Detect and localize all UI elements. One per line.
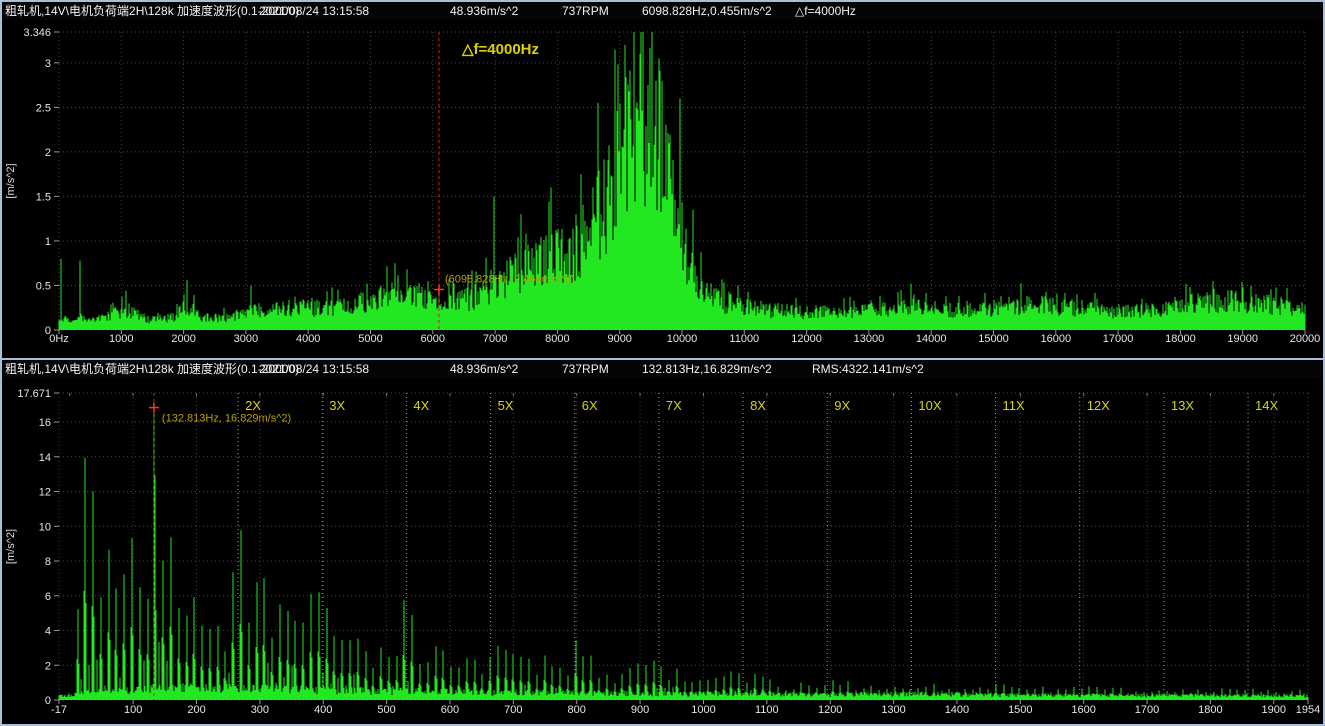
spectrum-chart-zoomed[interactable]: 17.6711614121086420-17100200300400500600… bbox=[2, 378, 1323, 724]
x-tick-label: 700 bbox=[504, 704, 522, 716]
x-tick-label: 1500 bbox=[1008, 704, 1032, 716]
harmonic-label: 11X bbox=[1003, 398, 1025, 413]
harmonic-label: 6X bbox=[582, 398, 598, 413]
x-tick-label: 13000 bbox=[854, 333, 885, 345]
measurement-path: 粗轧机,14V\电机负荷端2H\128k 加速度波形(0.1-20000) bbox=[5, 360, 299, 378]
panel-header-bottom: 粗轧机,14V\电机负荷端2H\128k 加速度波形(0.1-20000) 20… bbox=[2, 360, 1323, 378]
x-tick-label: 1200 bbox=[818, 704, 842, 716]
x-tick-label: 0Hz bbox=[49, 333, 69, 345]
x-tick-label: 11000 bbox=[729, 333, 759, 345]
x-tick-label: 1800 bbox=[1198, 704, 1222, 716]
panel-header-top: 粗轧机,14V\电机负荷端2H\128k 加速度波形(0.1-20000) 20… bbox=[2, 2, 1323, 20]
x-tick-label: 100 bbox=[124, 704, 142, 716]
x-tick-label: 1000 bbox=[691, 704, 715, 716]
y-tick-label: 8 bbox=[45, 556, 51, 568]
overall-level: 48.936m/s^2 bbox=[450, 360, 518, 378]
harmonic-label: 2X bbox=[245, 398, 261, 413]
cursor-readout: 6098.828Hz,0.455m/s^2 bbox=[642, 2, 772, 20]
x-tick-label: 12000 bbox=[791, 333, 822, 345]
y-tick-label: 2 bbox=[45, 147, 51, 159]
y-tick-label: 3 bbox=[45, 58, 51, 70]
y-tick-label: 1 bbox=[45, 236, 51, 248]
harmonic-label: 3X bbox=[329, 398, 345, 413]
measurement-path: 粗轧机,14V\电机负荷端2H\128k 加速度波形(0.1-20000) bbox=[5, 2, 299, 20]
spectrum-panel-full-range: 粗轧机,14V\电机负荷端2H\128k 加速度波形(0.1-20000) 20… bbox=[2, 2, 1323, 358]
delta-f-readout: △f=4000Hz bbox=[795, 2, 856, 20]
y-tick-label: 16 bbox=[39, 417, 51, 429]
x-tick-label: 1700 bbox=[1135, 704, 1159, 716]
x-tick-label: 5000 bbox=[358, 333, 382, 345]
harmonic-label: 4X bbox=[413, 398, 429, 413]
x-tick-label: 9000 bbox=[607, 333, 631, 345]
x-tick-label: -17 bbox=[51, 704, 67, 716]
rpm-readout: 737RPM bbox=[562, 2, 609, 20]
x-tick-label: 18000 bbox=[1165, 333, 1196, 345]
harmonic-label: 7X bbox=[666, 398, 682, 413]
y-tick-label: 6 bbox=[45, 591, 51, 603]
overall-level: 48.936m/s^2 bbox=[450, 2, 518, 20]
x-tick-label: 4000 bbox=[296, 333, 320, 345]
x-tick-label: 17000 bbox=[1103, 333, 1134, 345]
y-tick-label: 14 bbox=[39, 452, 51, 464]
cursor-marker-cross[interactable] bbox=[434, 284, 444, 294]
y-tick-label: 17.671 bbox=[17, 388, 51, 400]
spectrum-chart-full-range[interactable]: 3.34632.521.510.500Hz1000200030004000500… bbox=[2, 20, 1323, 358]
spectrum-panel-zoomed: 粗轧机,14V\电机负荷端2H\128k 加速度波形(0.1-20000) 20… bbox=[2, 360, 1323, 724]
x-tick-label: 300 bbox=[251, 704, 269, 716]
x-tick-label: 3000 bbox=[234, 333, 258, 345]
y-tick-label: 2 bbox=[45, 660, 51, 672]
harmonic-label: 12X bbox=[1087, 398, 1110, 413]
spectrum-trace bbox=[59, 408, 1308, 700]
x-tick-label: 14000 bbox=[916, 333, 947, 345]
y-tick-label: 1.5 bbox=[36, 191, 51, 203]
y-tick-label: 0.5 bbox=[36, 280, 51, 292]
x-tick-label: 10000 bbox=[667, 333, 698, 345]
y-axis-unit-label: [m/s^2] bbox=[5, 529, 17, 564]
x-tick-label: 600 bbox=[441, 704, 459, 716]
delta-f-annotation: △f=4000Hz bbox=[461, 41, 539, 58]
rpm-readout: 737RPM bbox=[562, 360, 609, 378]
x-tick-label: 8000 bbox=[545, 333, 569, 345]
x-tick-label: 20000 bbox=[1290, 333, 1321, 345]
y-tick-label: 4 bbox=[45, 626, 51, 638]
y-tick-label: 2.5 bbox=[36, 102, 51, 114]
harmonic-label: 14X bbox=[1255, 398, 1278, 413]
x-tick-label: 1000 bbox=[109, 333, 133, 345]
timestamp: 2021/08/24 13:15:58 bbox=[259, 360, 369, 378]
x-tick-label: 1900 bbox=[1262, 704, 1286, 716]
x-tick-label: 1600 bbox=[1071, 704, 1095, 716]
harmonic-label: 13X bbox=[1171, 398, 1194, 413]
x-tick-label: 2000 bbox=[171, 333, 195, 345]
x-tick-label: 200 bbox=[187, 704, 205, 716]
x-tick-label: 7000 bbox=[483, 333, 507, 345]
x-tick-label: 1300 bbox=[881, 704, 905, 716]
y-tick-label: 12 bbox=[39, 487, 51, 499]
vibration-analyzer-window: 粗轧机,14V\电机负荷端2H\128k 加速度波形(0.1-20000) 20… bbox=[0, 0, 1325, 726]
x-tick-label: 900 bbox=[631, 704, 649, 716]
cursor-marker-cross[interactable] bbox=[149, 403, 159, 413]
cursor-annotation: (6098.828Hz, 0.455m/s^2) bbox=[445, 273, 574, 285]
x-tick-label: 1400 bbox=[945, 704, 969, 716]
harmonic-label: 9X bbox=[834, 398, 850, 413]
x-tick-label: 19000 bbox=[1227, 333, 1258, 345]
x-tick-label: 800 bbox=[568, 704, 586, 716]
x-tick-label: 1100 bbox=[755, 704, 779, 716]
x-tick-label: 500 bbox=[377, 704, 395, 716]
timestamp: 2021/08/24 13:15:58 bbox=[259, 2, 369, 20]
x-tick-label: 15000 bbox=[978, 333, 1009, 345]
rms-readout: RMS:4322.141m/s^2 bbox=[812, 360, 924, 378]
harmonic-label: 10X bbox=[918, 398, 941, 413]
harmonic-label: 8X bbox=[750, 398, 766, 413]
y-tick-label: 10 bbox=[39, 521, 51, 533]
y-axis-unit-label: [m/s^2] bbox=[5, 163, 17, 198]
x-tick-label: 6000 bbox=[421, 333, 445, 345]
x-tick-label: 16000 bbox=[1041, 333, 1072, 345]
x-tick-label: 400 bbox=[314, 704, 332, 716]
harmonic-label: 5X bbox=[498, 398, 514, 413]
y-tick-label: 3.346 bbox=[23, 27, 51, 39]
x-tick-label: 1954 bbox=[1296, 704, 1320, 716]
cursor-readout: 132.813Hz,16.829m/s^2 bbox=[642, 360, 772, 378]
cursor-annotation: (132.813Hz, 16.829m/s^2) bbox=[162, 413, 291, 425]
